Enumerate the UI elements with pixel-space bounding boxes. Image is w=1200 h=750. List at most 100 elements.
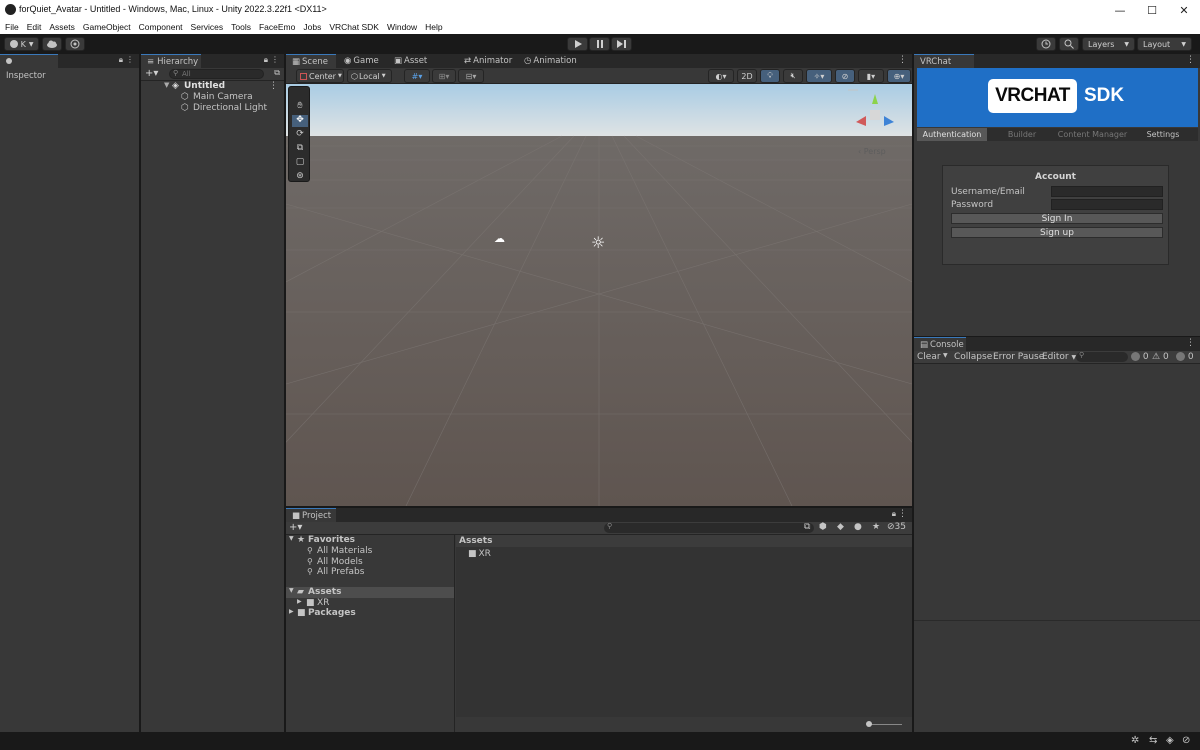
minimize-button[interactable]: — xyxy=(1104,0,1136,20)
tab-project[interactable]: ■ Project xyxy=(286,508,336,522)
pause-button[interactable] xyxy=(589,37,610,51)
move-tool-icon[interactable]: ✥ xyxy=(292,115,308,127)
tab-inspector[interactable]: Inspector xyxy=(0,54,58,81)
hidden-objects-toggle[interactable]: ⊘ xyxy=(835,69,855,83)
favorite-star-icon[interactable]: ★ xyxy=(872,522,880,532)
expand-arrow-icon[interactable]: ▼ xyxy=(164,81,169,89)
scale-tool-icon[interactable]: ⧉ xyxy=(292,143,308,155)
play-button[interactable] xyxy=(567,37,588,51)
tab-authentication[interactable]: Authentication xyxy=(917,128,987,141)
grid-snap-button[interactable]: #▾ xyxy=(404,69,430,83)
close-button[interactable]: ✕ xyxy=(1168,0,1200,20)
filter-label-icon[interactable]: ◆ xyxy=(837,522,844,532)
search-scope-icon[interactable]: ⧉ xyxy=(804,522,810,532)
lock-icon[interactable]: 🔒︎ xyxy=(264,55,268,65)
menu-window[interactable]: Window xyxy=(383,20,421,34)
expand-arrow-icon[interactable]: ▶ xyxy=(289,608,294,615)
error-count[interactable]: 0 xyxy=(1176,352,1194,362)
tab-asset-store[interactable]: ▣Asset Store xyxy=(388,54,456,80)
layout-dropdown[interactable]: Layout ▼ xyxy=(1137,37,1192,51)
add-icon[interactable]: +▾ xyxy=(145,68,158,79)
menu-jobs[interactable]: Jobs xyxy=(299,20,325,34)
asset-grid-item[interactable]: ■ XR xyxy=(468,549,491,559)
menu-file[interactable]: File xyxy=(1,20,23,34)
scene-row[interactable]: ▼ ◈ Untitled ⋮ xyxy=(141,81,284,92)
favorite-item[interactable]: ⚲ All Materials xyxy=(286,546,454,557)
hand-tool-icon[interactable]: ✋︎ xyxy=(292,101,308,113)
sign-in-button[interactable]: Sign In xyxy=(951,213,1163,224)
camera-settings-button[interactable]: ▮▾ xyxy=(858,69,884,83)
tab-animator[interactable]: ⇄ Animator xyxy=(458,54,516,68)
hierarchy-search-input[interactable]: ⚲ All xyxy=(169,69,264,79)
shading-mode-button[interactable]: ◐▾ xyxy=(708,69,734,83)
orientation-gizmo[interactable] xyxy=(848,88,902,136)
password-input[interactable] xyxy=(1051,199,1163,210)
error-pause-button[interactable]: Error Pause xyxy=(993,352,1044,362)
tab-vrchat-sdk[interactable]: VRChat SDK xyxy=(914,54,974,81)
search-button[interactable] xyxy=(1059,37,1079,51)
tab-builder[interactable]: Builder xyxy=(987,128,1057,141)
camera-gizmo-icon[interactable]: ☁ xyxy=(494,232,505,245)
more-options-icon[interactable]: ⋮ xyxy=(1186,338,1195,348)
favorite-item[interactable]: ⚲ All Models xyxy=(286,557,454,568)
tab-console[interactable]: ▤ Console xyxy=(914,337,966,351)
tab-hierarchy[interactable]: ≡ Hierarchy xyxy=(141,54,201,68)
icon-size-slider-thumb[interactable] xyxy=(866,721,872,727)
collapse-button[interactable]: Collapse xyxy=(954,352,992,362)
breadcrumb-assets[interactable]: Assets xyxy=(459,536,492,546)
rect-tool-icon[interactable]: ▢ xyxy=(292,157,308,169)
menu-edit[interactable]: Edit xyxy=(23,20,46,34)
warning-count[interactable]: ⚠ 0 xyxy=(1152,352,1169,362)
chevron-down-icon[interactable]: ▼ xyxy=(943,352,948,359)
2d-toggle[interactable]: 2D xyxy=(737,69,757,83)
sign-up-button[interactable]: Sign up xyxy=(951,227,1163,238)
scene-visibility-icon[interactable]: ⧉ xyxy=(274,68,280,78)
transform-tool-icon[interactable]: ⊛ xyxy=(292,171,308,183)
scene-viewport[interactable]: ✋︎ ✥ ⟳ ⧉ ▢ ⊛ ☁ ☼ ‹ Persp xyxy=(286,84,912,506)
lock-icon[interactable]: 🔒︎ xyxy=(119,55,123,65)
lighting-toggle[interactable]: 💡︎ xyxy=(760,69,780,83)
snap-increment-button[interactable]: ⊞▾ xyxy=(432,69,456,83)
progress-icon[interactable]: ⊘ xyxy=(1182,735,1190,746)
lock-icon[interactable]: 🔒︎ xyxy=(892,509,896,519)
step-button[interactable] xyxy=(611,37,632,51)
log-filter-icon[interactable]: ● xyxy=(854,522,862,532)
console-search-input[interactable]: ⚲ xyxy=(1076,351,1128,362)
asset-folder-row[interactable]: ▶ ■ XR xyxy=(286,598,454,609)
expand-arrow-icon[interactable]: ▼ xyxy=(289,587,294,594)
clear-button[interactable]: Clear xyxy=(917,352,941,362)
editor-dropdown[interactable]: Editor ▼ xyxy=(1042,352,1076,362)
expand-arrow-icon[interactable]: ▼ xyxy=(289,535,294,542)
more-options-icon[interactable]: ⋮ xyxy=(269,81,278,91)
bug-report-icon[interactable]: ✲ xyxy=(1131,735,1139,746)
menu-gameobject[interactable]: GameObject xyxy=(79,20,135,34)
layers-dropdown[interactable]: Layers ▼ xyxy=(1082,37,1135,51)
effects-toggle[interactable]: ✧▾ xyxy=(806,69,832,83)
grid-ruler-button[interactable]: ⊟▾ xyxy=(458,69,484,83)
menu-services[interactable]: Services xyxy=(187,20,228,34)
menu-vrchat-sdk[interactable]: VRChat SDK xyxy=(325,20,383,34)
tab-game[interactable]: ◉ Game xyxy=(338,54,386,68)
project-search-input[interactable]: ⚲ xyxy=(604,522,814,533)
tab-animation[interactable]: ◷ Animation xyxy=(518,54,583,68)
rotate-tool-icon[interactable]: ⟳ xyxy=(292,129,308,141)
tab-content-manager[interactable]: Content Manager xyxy=(1057,128,1128,141)
light-gizmo-icon[interactable]: ☼ xyxy=(591,233,605,252)
menu-component[interactable]: Component xyxy=(135,20,187,34)
assets-row[interactable]: ▼ ▰ Assets xyxy=(286,586,454,598)
hidden-packages-count[interactable]: ⊘35 xyxy=(887,522,906,532)
tab-scene[interactable]: ▦ Scene xyxy=(286,54,336,68)
more-options-icon[interactable]: ⋮ xyxy=(898,55,907,65)
pivot-dropdown[interactable]: Center ▼ xyxy=(296,69,344,83)
hierarchy-item[interactable]: ⬡ Main Camera xyxy=(141,92,284,103)
expand-arrow-icon[interactable]: ▶ xyxy=(297,598,302,605)
unity-logo-icon[interactable]: ◈ xyxy=(1166,735,1174,746)
favorites-row[interactable]: ▼ ★ Favorites xyxy=(286,535,454,546)
favorite-item[interactable]: ⚲ All Prefabs xyxy=(286,567,454,578)
history-button[interactable] xyxy=(1036,37,1056,51)
tab-settings[interactable]: Settings xyxy=(1128,128,1198,141)
cloud-button[interactable] xyxy=(42,37,62,51)
more-options-icon[interactable]: ⋮ xyxy=(126,55,134,64)
gizmos-button[interactable]: ⊕▾ xyxy=(887,69,911,83)
hierarchy-item[interactable]: ⬡ Directional Light xyxy=(141,103,284,114)
